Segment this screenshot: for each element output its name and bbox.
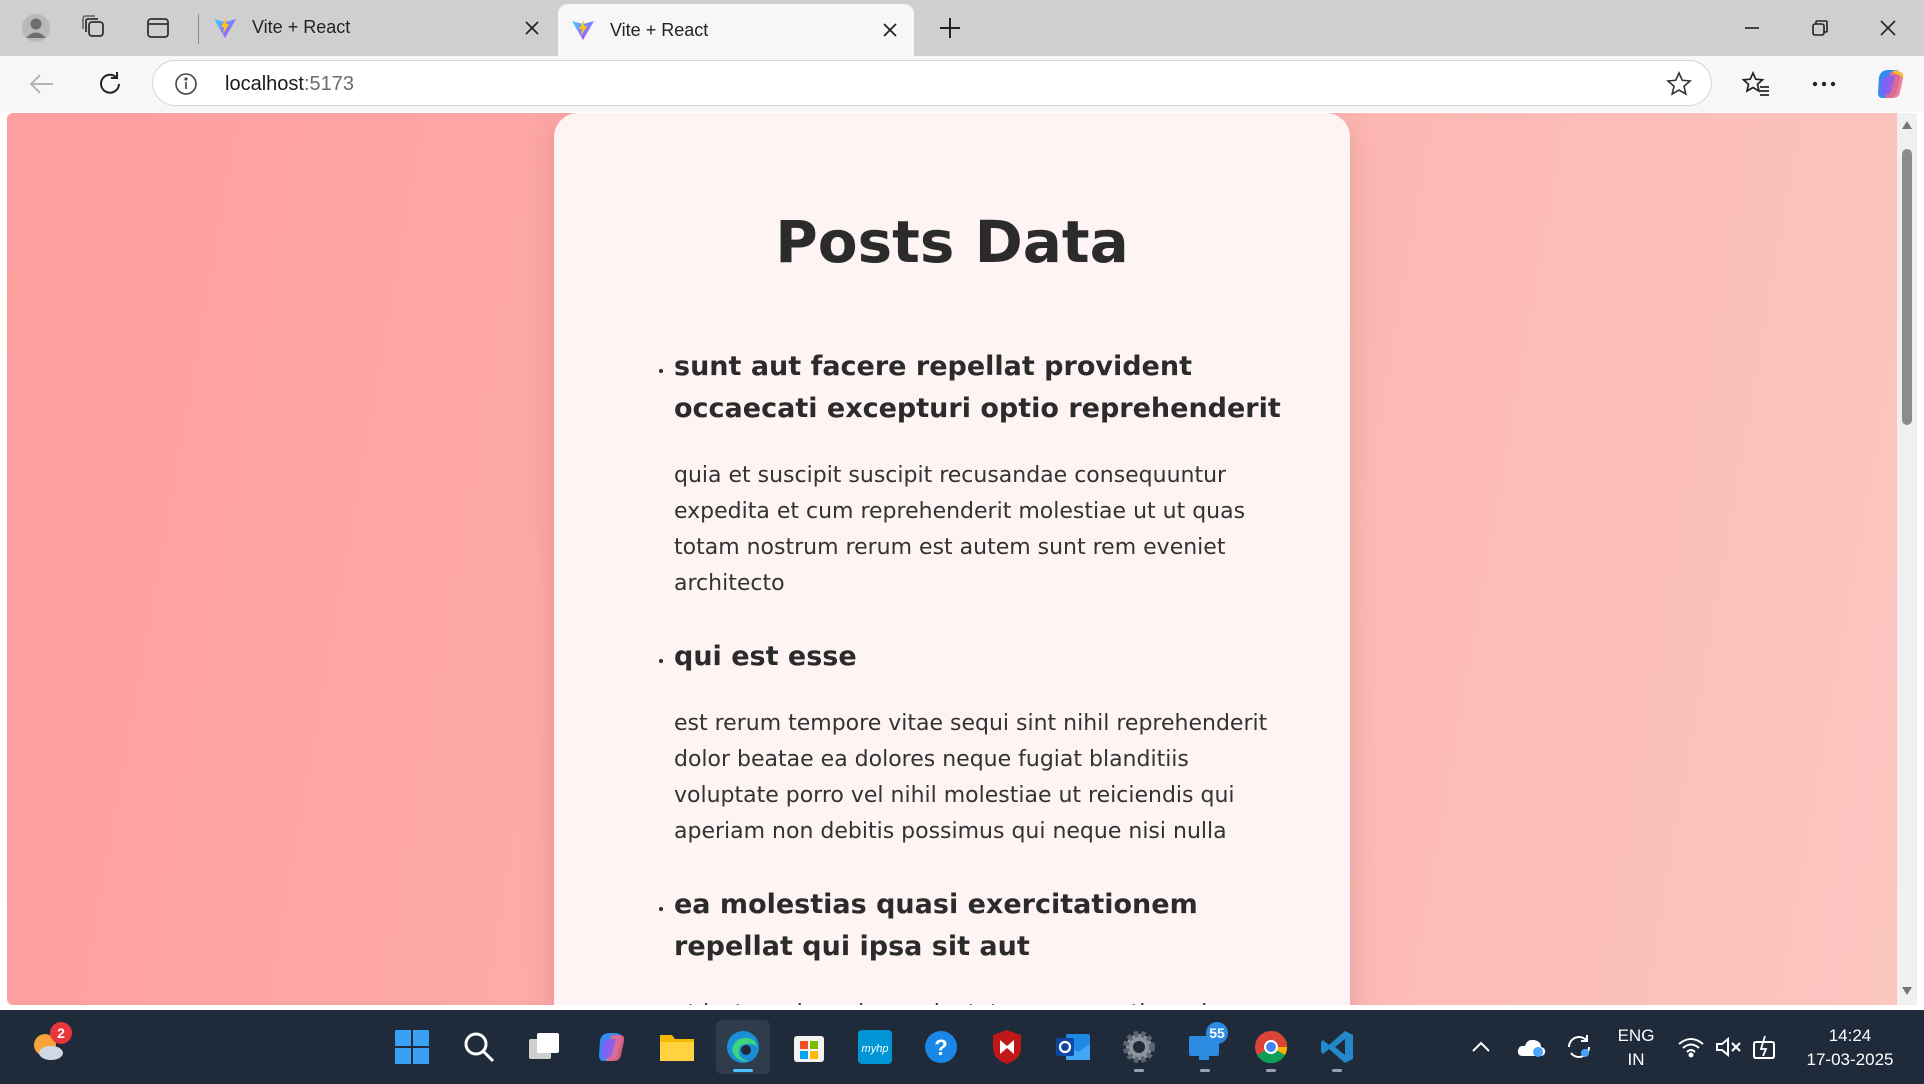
restore-button[interactable]: [1792, 8, 1848, 48]
vertical-tabs-icon[interactable]: [132, 8, 184, 48]
copilot-taskbar-icon[interactable]: [584, 1020, 638, 1074]
minimize-button[interactable]: [1724, 8, 1780, 48]
page-viewport: Posts Data sunt aut facere repellat prov…: [7, 113, 1897, 1005]
start-icon[interactable]: [385, 1020, 439, 1074]
posts-list: sunt aut facere repellat provident occae…: [554, 346, 1350, 1005]
post-body: est rerum tempore vitae sequi sint nihil…: [674, 711, 1268, 844]
svg-text:myhp: myhp: [862, 1043, 889, 1055]
favorite-star-icon[interactable]: [1665, 70, 1693, 98]
outlook-badge: 55: [1206, 1022, 1228, 1044]
scroll-up-arrow-icon[interactable]: [1901, 119, 1913, 131]
tab-title: Vite + React: [252, 17, 351, 37]
settings-gear-icon[interactable]: [1112, 1020, 1166, 1074]
outlook-icon[interactable]: [1046, 1020, 1100, 1074]
file-explorer-icon[interactable]: [650, 1020, 704, 1074]
svg-text:?: ?: [934, 1035, 947, 1060]
url-port: :5173: [303, 73, 354, 95]
running-app-indicator: [1200, 1069, 1210, 1072]
myhp-icon[interactable]: myhp: [848, 1020, 902, 1074]
mcafee-icon[interactable]: [980, 1020, 1034, 1074]
copilot-icon[interactable]: [1868, 64, 1912, 104]
site-info-icon[interactable]: [173, 71, 199, 97]
close-tab-icon[interactable]: [876, 16, 904, 44]
post-body: quia et suscipit suscipit recusandae con…: [674, 463, 1246, 596]
profile-avatar-icon[interactable]: [10, 8, 62, 48]
post-body: et iusto sed quo iure voluptatem occaeca…: [674, 996, 1290, 1005]
tab-title: Vite + React: [610, 19, 709, 40]
refresh-button[interactable]: [88, 64, 132, 104]
browser-titlebar: Vite + React Vite + React: [0, 0, 1924, 57]
onedrive-icon[interactable]: [1504, 1020, 1558, 1074]
post-title: ea molestias quasi exercitationem repell…: [674, 889, 1198, 962]
running-app-indicator: [1332, 1069, 1342, 1072]
tab-vite-react-2[interactable]: Vite + React: [558, 4, 914, 56]
clock[interactable]: 14:24 17-03-2025: [1790, 1024, 1910, 1072]
scroll-down-arrow-icon[interactable]: [1901, 985, 1913, 997]
help-icon[interactable]: ?: [914, 1020, 968, 1074]
vscode-icon[interactable]: [1310, 1020, 1364, 1074]
battery-charging-icon[interactable]: [1738, 1020, 1792, 1074]
workspaces-icon[interactable]: [68, 8, 120, 48]
remote-desktop-icon[interactable]: 55: [1178, 1020, 1232, 1074]
task-view-icon[interactable]: [518, 1020, 572, 1074]
input-language-indicator[interactable]: ENG IN: [1610, 1024, 1662, 1072]
clock-date: 17-03-2025: [1806, 1050, 1894, 1069]
vite-logo-icon: [212, 15, 238, 41]
url-host: localhost: [225, 73, 304, 95]
page-scrollbar[interactable]: [1897, 113, 1917, 1005]
post-title: sunt aut facere repellat provident occae…: [674, 351, 1281, 424]
back-button[interactable]: [20, 64, 64, 104]
scrollbar-thumb[interactable]: [1902, 149, 1912, 425]
new-tab-button[interactable]: [930, 8, 970, 48]
page-title: Posts Data: [775, 208, 1129, 276]
chrome-icon[interactable]: [1244, 1020, 1298, 1074]
tab-separator: [198, 14, 199, 44]
more-options-icon[interactable]: [1802, 64, 1846, 104]
running-app-indicator: [1134, 1069, 1144, 1072]
microsoft-store-icon[interactable]: [782, 1020, 836, 1074]
post-item: sunt aut facere repellat provident occae…: [674, 346, 1290, 602]
tab-vite-react-1[interactable]: Vite + React: [200, 4, 556, 51]
running-app-indicator: [1266, 1069, 1276, 1072]
windows-taskbar: 2 myhp ? 55 ENG IN 14:24 17-03-2025: [0, 1010, 1924, 1084]
favorites-icon[interactable]: [1734, 64, 1778, 104]
browser-toolbar: localhost:5173: [0, 56, 1924, 112]
post-title: qui est esse: [674, 641, 857, 672]
post-item: ea molestias quasi exercitationem repell…: [674, 884, 1290, 1005]
show-hidden-icons-chevron-icon[interactable]: [1454, 1020, 1508, 1074]
posts-card: Posts Data sunt aut facere repellat prov…: [554, 113, 1350, 1005]
weather-widget-icon[interactable]: 2: [22, 1020, 76, 1074]
url-text: localhost:5173: [225, 73, 354, 96]
vite-logo-icon: [570, 17, 596, 43]
close-tab-icon[interactable]: [518, 14, 546, 42]
language-line2: IN: [1627, 1050, 1645, 1069]
post-item: qui est esse est rerum tempore vitae seq…: [674, 636, 1290, 850]
clock-time: 14:24: [1828, 1026, 1872, 1045]
sync-icon[interactable]: [1552, 1020, 1606, 1074]
address-bar[interactable]: localhost:5173: [152, 60, 1712, 106]
active-app-indicator: [733, 1069, 753, 1072]
weather-badge: 2: [50, 1022, 72, 1044]
close-window-button[interactable]: [1860, 8, 1916, 48]
edge-browser-icon[interactable]: [716, 1020, 770, 1074]
language-line1: ENG: [1617, 1026, 1655, 1045]
search-icon[interactable]: [452, 1020, 506, 1074]
